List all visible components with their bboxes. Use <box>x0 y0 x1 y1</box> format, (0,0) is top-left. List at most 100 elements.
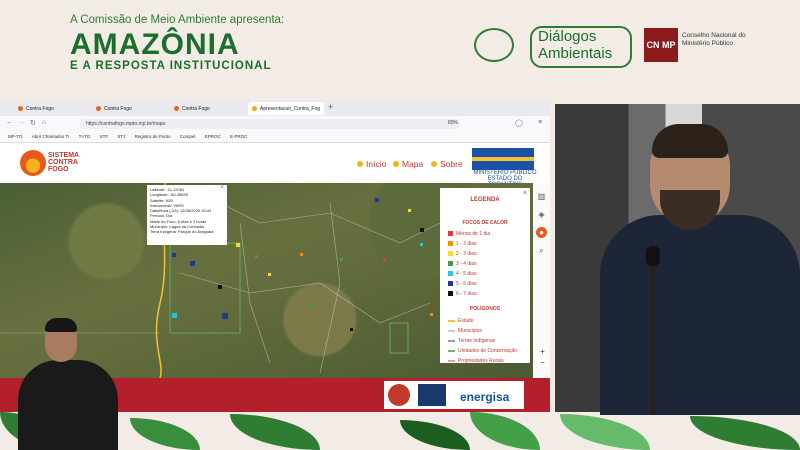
browser-tab[interactable]: Contra Fogo <box>14 102 90 115</box>
swatch <box>448 271 453 277</box>
legend-label: 1 - 2 dias <box>456 241 477 247</box>
site-header: SISTEMA CONTRA FOGO Início Mapa Sobre MI… <box>0 143 550 188</box>
legend-item: Unidades de Conservação <box>448 348 517 354</box>
zoom-level[interactable]: 80% <box>448 120 458 126</box>
bombeiros-logo <box>388 384 410 406</box>
bookmark-item[interactable]: EPROC <box>205 132 221 142</box>
tab-bar: Contra Fogo Contra Fogo Contra Fogo Apre… <box>0 100 550 116</box>
legend-label: 2 - 3 dias <box>456 251 477 257</box>
swatch <box>448 281 453 287</box>
interpreter-body <box>18 360 118 450</box>
search-icon[interactable]: ⌕ <box>536 245 547 256</box>
speaker-hair <box>652 124 728 158</box>
tab-label: Contra Fogo <box>26 105 54 112</box>
logo-line: FOGO <box>48 166 69 173</box>
menu-icon[interactable]: ≡ <box>538 119 542 126</box>
address-input[interactable]: https://contrafogo.mpto.mp.br/mapa <box>80 119 460 129</box>
legend-poligonos-title: POLÍGONOS <box>469 306 501 312</box>
account-icon[interactable]: ◯ <box>515 119 523 127</box>
popup-line: Terra Indígena: Parque do Araguaia <box>150 229 214 235</box>
legend-label: 6 - 7 dias <box>456 291 477 297</box>
legend-label: Unidades de Conservação <box>458 348 517 354</box>
fire-icon <box>174 106 179 111</box>
line-swatch <box>448 349 455 352</box>
close-legend-icon[interactable]: × <box>523 190 527 197</box>
browser-tab[interactable]: Contra Fogo <box>92 102 168 115</box>
zoom-in-button[interactable]: + <box>538 347 547 356</box>
tab-label: Apresentacao_Contra_Fogo_Dia <box>260 105 320 112</box>
logo-line: CONTRA <box>48 159 78 166</box>
municipality-border <box>179 272 431 324</box>
municipality-border <box>319 202 341 374</box>
nav-sobre[interactable]: Sobre <box>431 159 463 169</box>
line-swatch <box>448 329 455 332</box>
microphone-stand <box>650 250 656 415</box>
leaf-decoration <box>230 414 320 450</box>
legend-focos-title: FOCOS DE CALOR <box>462 220 508 226</box>
legend-item: Estado <box>448 318 474 324</box>
legend-panel: × LEGENDA FOCOS DE CALOR Menos de 1 dia … <box>440 188 530 364</box>
fire-icon <box>96 106 101 111</box>
dialogos-logo-icon <box>474 28 514 62</box>
cnmp-logo: CN MP <box>644 28 678 62</box>
microphone-icon <box>646 246 660 266</box>
defesa-civil-logo <box>418 384 446 406</box>
nav-inicio[interactable]: Início <box>357 159 386 169</box>
header-subtitle: A Comissão de Meio Ambiente apresenta: <box>70 14 285 26</box>
legend-label: Menos de 1 dia <box>456 231 491 237</box>
browser-tab[interactable]: Contra Fogo <box>170 102 246 115</box>
leaf-decoration <box>690 416 800 450</box>
interpreter-hair <box>45 318 77 332</box>
legend-item: Propriedades Rurais <box>448 358 504 364</box>
legend-item: 2 - 3 dias <box>448 251 477 257</box>
bookmark-item[interactable]: Compel <box>180 132 196 142</box>
line-swatch <box>448 319 455 322</box>
legend-item: Terras Indígenas <box>448 338 495 344</box>
leaf-decoration <box>130 418 200 450</box>
legend-label: Municípios <box>458 328 482 334</box>
legend-label: 4 - 5 dias <box>456 271 477 277</box>
bookmark-item[interactable]: Registro de Ponto <box>135 132 171 142</box>
bookmark-item[interactable]: MP-TO <box>8 132 22 142</box>
browser-tab-active[interactable]: Apresentacao_Contra_Fogo_Dia <box>248 102 324 115</box>
swatch <box>448 251 453 257</box>
legend-item: 3 - 4 dias <box>448 261 477 267</box>
fire-icon <box>18 106 23 111</box>
back-icon[interactable]: ← <box>6 119 13 126</box>
tab-label: Contra Fogo <box>104 105 132 112</box>
layers-icon[interactable]: ◈ <box>536 209 547 220</box>
reload-icon[interactable]: ↻ <box>30 119 36 127</box>
legend-toggle-icon[interactable]: ● <box>536 227 547 238</box>
new-tab-icon[interactable]: + <box>328 102 333 112</box>
bookmark-item[interactable]: TI-TO <box>79 132 91 142</box>
close-popup-icon[interactable]: × <box>220 185 224 191</box>
fire-icon <box>431 161 437 167</box>
leaf-decoration <box>560 414 650 450</box>
bookmark-item[interactable]: STF <box>100 132 109 142</box>
forward-icon[interactable]: → <box>18 119 25 126</box>
header-tagline: E A RESPOSTA INSTITUCIONAL <box>70 60 272 72</box>
chart-icon[interactable]: ▥ <box>536 191 547 202</box>
bookmark-item[interactable]: STJ <box>117 132 125 142</box>
contra-fogo-logo-text: SISTEMA CONTRA FOGO <box>48 152 79 173</box>
bookmark-item[interactable]: E-PROC <box>230 132 248 142</box>
municipality-border <box>199 192 441 244</box>
fire-icon <box>393 161 399 167</box>
nav-mapa[interactable]: Mapa <box>393 159 423 169</box>
legend-item: 4 - 5 dias <box>448 271 477 277</box>
bookmark-item[interactable]: Abrir Chamados TI <box>32 132 70 142</box>
fire-map[interactable]: Latitude: -11.12081 Longitude: -50.49695… <box>0 183 533 378</box>
swatch <box>448 241 453 247</box>
nav-label: Mapa <box>402 159 424 169</box>
home-icon[interactable]: ⌂ <box>42 119 46 126</box>
legend-label: 3 - 4 dias <box>456 261 477 267</box>
swatch <box>448 291 453 297</box>
municipality-border <box>239 222 271 364</box>
contra-fogo-logo-icon[interactable] <box>20 150 46 176</box>
energisa-logo: energisa <box>460 390 510 404</box>
url-bar: ← → ↻ ⌂ https://contrafogo.mpto.mp.br/ma… <box>0 116 550 133</box>
legend-label: Terras Indígenas <box>458 338 496 344</box>
legend-item: Menos de 1 dia <box>448 231 490 237</box>
zoom-out-button[interactable]: − <box>538 358 547 367</box>
legend-item: Municípios <box>448 328 482 334</box>
